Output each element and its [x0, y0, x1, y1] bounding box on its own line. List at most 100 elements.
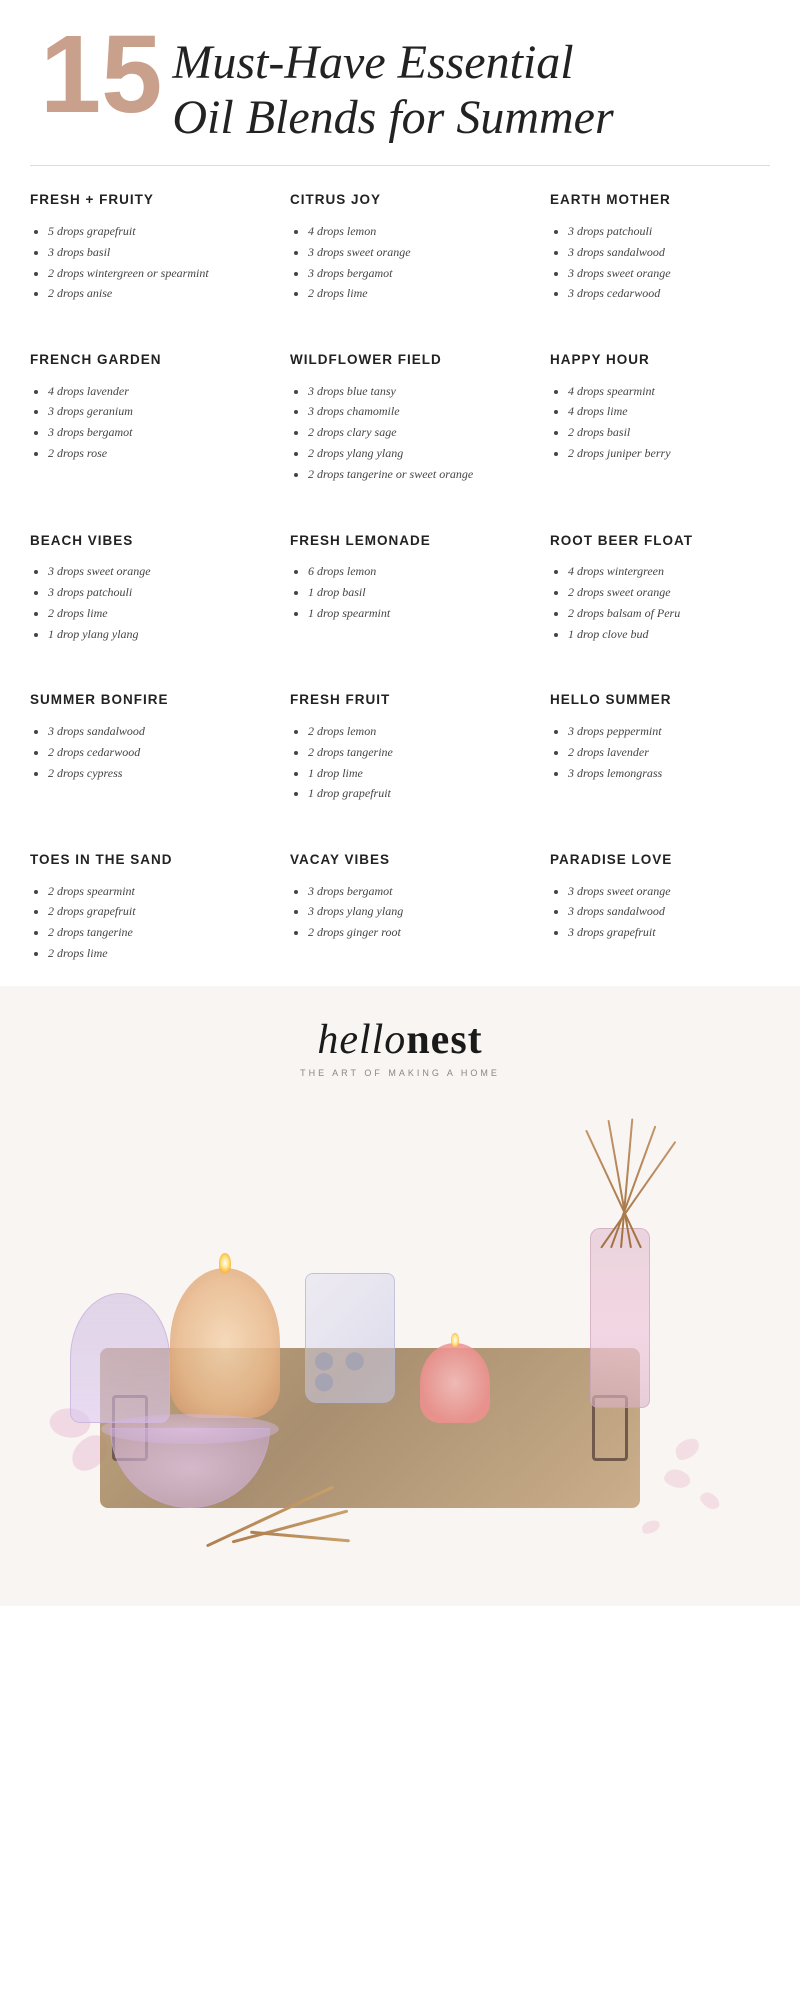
blend-section-earth-mother: EARTH MOTHER3 drops patchouli3 drops san…: [530, 166, 790, 326]
blend-list-item: 3 drops cedarwood: [568, 285, 770, 302]
blend-section-happy-hour: HAPPY HOUR4 drops spearmint4 drops lime2…: [530, 326, 790, 507]
blend-list-item: 3 drops lemongrass: [568, 765, 770, 782]
flower-petal: [698, 1489, 722, 1513]
blend-title: ROOT BEER FLOAT: [550, 532, 770, 550]
blend-section-paradise-love: PARADISE LOVE 3 drops sweet orange3 drops…: [530, 826, 790, 986]
spa-illustration: [50, 1088, 750, 1588]
blend-title: TOES IN THE SAND: [30, 851, 250, 869]
blend-list-item: 2 drops sweet orange: [568, 584, 770, 601]
small-candle-flame: [451, 1333, 459, 1347]
blend-list-item: 2 drops ginger root: [308, 924, 510, 941]
blend-list-item: 2 drops balsam of Peru: [568, 605, 770, 622]
blend-list-item: 4 drops lemon: [308, 223, 510, 240]
blend-list-item: 2 drops grapefruit: [48, 903, 250, 920]
diffuser-bottle: [590, 1228, 650, 1408]
blend-section-toes-in-the-sand: TOES IN THE SAND2 drops spearmint2 drops…: [10, 826, 270, 986]
blend-list: 2 drops lemon 2 drops tangerine 1 drop lim…: [290, 723, 510, 802]
flower-petal: [641, 1519, 661, 1534]
blend-list: 4 drops wintergreen 2 drops sweet orange 2…: [550, 563, 770, 642]
blend-list-item: 3 drops basil: [48, 244, 250, 261]
blend-list: 3 drops sweet orange3 drops patchouli2 d…: [30, 563, 250, 642]
blend-section-wildflower-field: WILDFLOWER FIELD3 drops blue tansy3 drop…: [270, 326, 530, 507]
header-number: 15: [40, 20, 162, 130]
blend-list-item: 1 drop ylang ylang: [48, 626, 250, 643]
bottom-illustration: hellonest THE ART OF MAKING A HOME: [0, 986, 800, 1606]
blend-list-item: 4 drops wintergreen: [568, 563, 770, 580]
blend-list: 3 drops patchouli3 drops sandalwood3 dro…: [550, 223, 770, 302]
blends-grid: FRESH + FRUITY 5 drops grapefruit 3 drops …: [0, 166, 800, 985]
blend-list-item: 2 drops lavender: [568, 744, 770, 761]
brand-name: hellonest: [300, 1016, 500, 1064]
blend-list-item: 5 drops grapefruit: [48, 223, 250, 240]
blend-title: FRESH + FRUITY: [30, 191, 250, 209]
incense-stick: [250, 1530, 350, 1542]
blend-list: 3 drops peppermint 2 drops lavender 3 drop…: [550, 723, 770, 781]
blend-list-item: 2 drops lemon: [308, 723, 510, 740]
blend-list-item: 3 drops ylang ylang: [308, 903, 510, 920]
blend-list-item: 3 drops grapefruit: [568, 924, 770, 941]
blend-list: 3 drops blue tansy 3 drops chamomile 2 dro…: [290, 383, 510, 483]
blend-section-citrus-joy: CITRUS JOY4 drops lemon3 drops sweet ora…: [270, 166, 530, 326]
blend-list: 3 drops sandalwood2 drops cedarwood2 dro…: [30, 723, 250, 781]
blend-list-item: 1 drop clove bud: [568, 626, 770, 643]
large-candle: [170, 1268, 280, 1418]
blend-section-french-garden: FRENCH GARDEN 4 drops lavender 3 drops ger…: [10, 326, 270, 507]
blend-list: 4 drops lemon3 drops sweet orange3 drops…: [290, 223, 510, 302]
blend-title: PARADISE LOVE: [550, 851, 770, 869]
blend-list-item: 3 drops peppermint: [568, 723, 770, 740]
blend-title: VACAY VIBES: [290, 851, 510, 869]
blend-list-item: 3 drops sandalwood: [568, 903, 770, 920]
blend-list: 3 drops sweet orange3 drops sandalwood3 …: [550, 883, 770, 941]
blend-list-item: 3 drops chamomile: [308, 403, 510, 420]
blend-list-item: 3 drops sandalwood: [48, 723, 250, 740]
blend-section-fresh-fruit: FRESH FRUIT 2 drops lemon 2 drops tangerin…: [270, 666, 530, 826]
brand-name-hello: hello: [317, 1017, 406, 1063]
blend-list: 2 drops spearmint 2 drops grapefruit 2 dro…: [30, 883, 250, 962]
blend-list-item: 3 drops blue tansy: [308, 383, 510, 400]
blend-list-item: 6 drops lemon: [308, 563, 510, 580]
blend-list-item: 3 drops sandalwood: [568, 244, 770, 261]
blend-list: 4 drops lavender 3 drops geranium 3 drops …: [30, 383, 250, 462]
blend-title: WILDFLOWER FIELD: [290, 351, 510, 369]
blend-list-item: 2 drops wintergreen or spearmint: [48, 265, 250, 282]
brand-tagline: THE ART OF MAKING A HOME: [300, 1068, 500, 1078]
blend-section-fresh-fruity: FRESH + FRUITY 5 drops grapefruit 3 drops …: [10, 166, 270, 326]
blend-list-item: 1 drop lime: [308, 765, 510, 782]
blend-section-summer-bonfire: SUMMER BONFIRE3 drops sandalwood2 drops …: [10, 666, 270, 826]
blend-list-item: 2 drops ylang ylang: [308, 445, 510, 462]
blend-list-item: 2 drops spearmint: [48, 883, 250, 900]
flower-petal: [673, 1436, 703, 1461]
blend-list-item: 2 drops tangerine: [308, 744, 510, 761]
blend-title: HELLO SUMMER: [550, 691, 770, 709]
blend-list-item: 3 drops sweet orange: [48, 563, 250, 580]
blend-list: 6 drops lemon1 drop basil1 drop spearmin…: [290, 563, 510, 621]
blend-list-item: 3 drops bergamot: [48, 424, 250, 441]
blend-list-item: 3 drops bergamot: [308, 883, 510, 900]
blend-section-root-beer-float: ROOT BEER FLOAT 4 drops wintergreen 2 drop…: [530, 507, 790, 667]
blend-list-item: 4 drops spearmint: [568, 383, 770, 400]
blend-list-item: 2 drops tangerine or sweet orange: [308, 466, 510, 483]
blend-list-item: 2 drops basil: [568, 424, 770, 441]
pebble-jar: [305, 1273, 395, 1403]
brand-name-nest: nest: [406, 1017, 482, 1063]
candle-flame: [219, 1253, 231, 1273]
candle-glass-container: [70, 1293, 170, 1423]
blend-title: FRESH FRUIT: [290, 691, 510, 709]
blend-list-item: 2 drops clary sage: [308, 424, 510, 441]
blend-list-item: 2 drops lime: [308, 285, 510, 302]
blend-list-item: 2 drops anise: [48, 285, 250, 302]
blend-section-vacay-vibes: VACAY VIBES 3 drops bergamot 3 drops ylang…: [270, 826, 530, 986]
blend-list-item: 3 drops geranium: [48, 403, 250, 420]
blend-title: FRENCH GARDEN: [30, 351, 250, 369]
blend-section-hello-summer: HELLO SUMMER 3 drops peppermint 2 drops la…: [530, 666, 790, 826]
blend-list-item: 1 drop spearmint: [308, 605, 510, 622]
blend-list-item: 2 drops lime: [48, 945, 250, 962]
blend-list: 3 drops bergamot 3 drops ylang ylang 2 dro…: [290, 883, 510, 941]
blend-list-item: 2 drops rose: [48, 445, 250, 462]
flower-petal: [662, 1465, 693, 1493]
blend-list-item: 3 drops sweet orange: [568, 265, 770, 282]
blend-list-item: 2 drops juniper berry: [568, 445, 770, 462]
blend-list: 4 drops spearmint4 drops lime2 drops bas…: [550, 383, 770, 462]
blend-list-item: 3 drops patchouli: [48, 584, 250, 601]
blend-list-item: 4 drops lavender: [48, 383, 250, 400]
